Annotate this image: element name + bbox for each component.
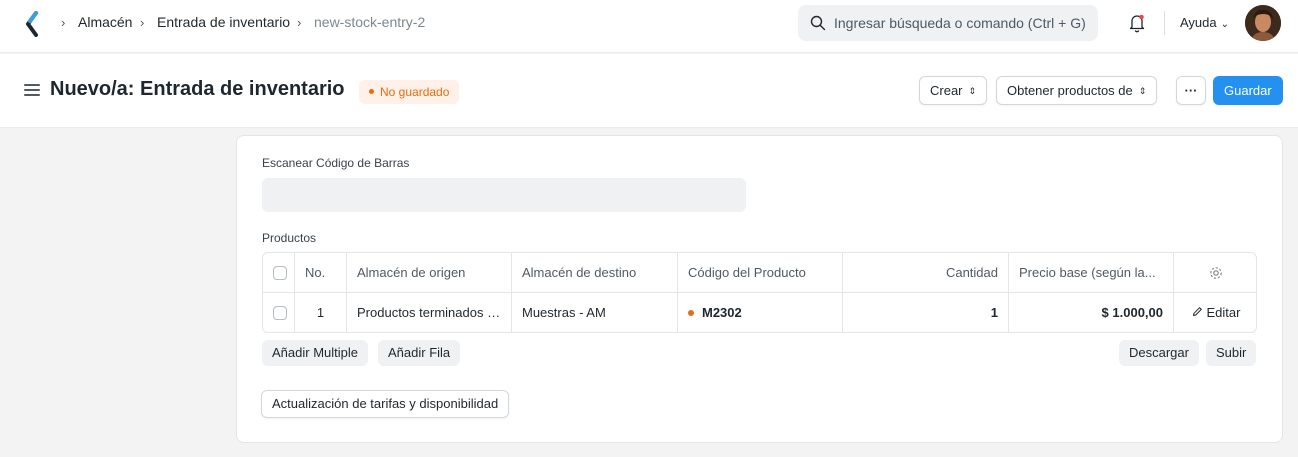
barcode-input[interactable] <box>262 178 746 212</box>
items-table: No. Almacén de origen Almacén de destino… <box>262 252 1257 333</box>
sidebar-toggle-icon[interactable] <box>24 84 40 96</box>
edit-label: Editar <box>1206 305 1241 320</box>
notification-bell-icon[interactable] <box>1128 13 1146 33</box>
status-dot-icon <box>369 89 374 95</box>
update-rates-label: Actualización de tarifas y disponibilida… <box>272 396 499 411</box>
create-label: Crear <box>930 83 963 98</box>
settings-gear-icon[interactable] <box>1209 266 1223 280</box>
row-target-warehouse[interactable]: Muestras - AM <box>512 293 678 332</box>
row-no: 1 <box>295 293 347 332</box>
row-checkbox[interactable] <box>273 306 287 320</box>
more-dots-icon: ··· <box>1184 83 1198 98</box>
row-item-code: M2302 <box>702 305 742 320</box>
search-bar[interactable]: Ingresar búsqueda o comando (Ctrl + G) <box>798 5 1098 41</box>
chevron-down-icon: ⌄ <box>1220 19 1230 30</box>
row-item-code-cell[interactable]: M2302 <box>678 293 843 332</box>
search-icon <box>810 15 826 31</box>
items-label: Productos <box>262 231 317 245</box>
column-header-source-warehouse: Almacén de origen <box>347 253 512 293</box>
row-checkbox-cell <box>263 293 295 332</box>
select-arrows-icon: ⇕ <box>968 85 977 96</box>
form-card: Escanear Código de Barras Productos No. … <box>236 135 1283 443</box>
row-basic-rate[interactable]: $ 1.000,00 <box>1009 293 1174 332</box>
navbar-divider <box>1164 11 1165 35</box>
top-navbar: › Almacén › Entrada de inventario › new-… <box>0 0 1298 53</box>
breadcrumb-stock-entry[interactable]: Entrada de inventario <box>157 14 290 30</box>
row-edit-button[interactable]: Editar <box>1174 293 1256 332</box>
table-header-row: No. Almacén de origen Almacén de destino… <box>263 253 1256 293</box>
row-source-warehouse[interactable]: Productos terminados -... <box>347 293 512 332</box>
column-header-item-code: Código del Producto <box>678 253 843 293</box>
header-checkbox-cell <box>263 253 295 293</box>
user-avatar[interactable] <box>1245 5 1281 41</box>
column-settings-cell <box>1174 253 1256 293</box>
column-header-qty: Cantidad <box>843 253 1009 293</box>
breadcrumb-separator-icon: › <box>140 15 145 30</box>
table-row[interactable]: 1 Productos terminados -... Muestras - A… <box>263 293 1256 332</box>
add-multiple-button[interactable]: Añadir Multiple <box>262 340 368 366</box>
get-items-from-button[interactable]: Obtener productos de ⇕ <box>996 76 1158 105</box>
get-items-label: Obtener productos de <box>1007 83 1133 98</box>
breadcrumb-current-doc: new-stock-entry-2 <box>314 14 426 30</box>
app-logo-icon[interactable] <box>24 11 44 37</box>
update-rates-button[interactable]: Actualización de tarifas y disponibilida… <box>261 390 510 418</box>
select-arrows-icon: ⇕ <box>1138 85 1147 96</box>
barcode-label: Escanear Código de Barras <box>262 156 410 170</box>
pencil-icon <box>1192 307 1202 316</box>
help-dropdown[interactable]: Ayuda ⌄ <box>1180 15 1229 30</box>
save-button[interactable]: Guardar <box>1213 76 1283 105</box>
page-title: Nuevo/a: Entrada de inventario <box>50 78 345 100</box>
page-header: Nuevo/a: Entrada de inventario No guarda… <box>0 54 1298 128</box>
more-actions-button[interactable]: ··· <box>1176 76 1206 105</box>
status-label: No guardado <box>380 85 450 99</box>
row-qty[interactable]: 1 <box>843 293 1009 332</box>
select-all-checkbox[interactable] <box>273 266 287 280</box>
breadcrumb-warehouse[interactable]: Almacén <box>78 14 132 30</box>
avatar-image <box>1245 5 1281 41</box>
save-label: Guardar <box>1224 83 1272 98</box>
column-header-target-warehouse: Almacén de destino <box>512 253 678 293</box>
breadcrumb-separator-icon: › <box>297 15 302 30</box>
column-header-basic-rate: Precio base (según la... <box>1009 253 1174 293</box>
status-badge: No guardado <box>359 80 460 104</box>
download-button[interactable]: Descargar <box>1119 340 1199 366</box>
breadcrumb-separator-icon: › <box>61 15 66 30</box>
create-button[interactable]: Crear ⇕ <box>919 76 988 105</box>
item-status-dot-icon <box>688 309 694 316</box>
column-header-no: No. <box>295 253 347 293</box>
add-row-button[interactable]: Añadir Fila <box>378 340 461 366</box>
help-label: Ayuda <box>1180 15 1217 30</box>
search-placeholder: Ingresar búsqueda o comando (Ctrl + G) <box>834 15 1086 31</box>
upload-button[interactable]: Subir <box>1206 340 1257 366</box>
